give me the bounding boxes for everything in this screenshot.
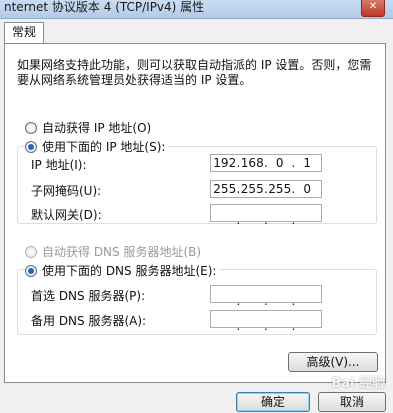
ok-button[interactable]: 确定: [236, 392, 310, 412]
watermark-text: Bai 经验: [331, 376, 385, 391]
tab-general[interactable]: 常规: [4, 22, 44, 43]
octet: 1: [292, 156, 322, 170]
auto-dns-label: 自动获得 DNS 服务器地址(B): [42, 245, 202, 259]
octet: 0: [264, 156, 294, 170]
window-titlebar: nternet 协议版本 4 (TCP/IPv4) 属性 ✕: [0, 0, 393, 19]
tab-strip: 常规: [0, 18, 393, 43]
description-text: 如果网络支持此功能，则可以获取自动指派的 IP 设置。否则，您需要从网络系统管理…: [17, 58, 372, 87]
manual-ip-label: 使用下面的 IP 地址(S):: [42, 140, 166, 154]
auto-ip-radio[interactable]: 自动获得 IP 地址(O): [25, 119, 151, 136]
manual-dns-label: 使用下面的 DNS 服务器地址(E):: [42, 264, 217, 278]
cancel-button[interactable]: 取消: [318, 392, 386, 412]
manual-ip-radio[interactable]: 使用下面的 IP 地址(S):: [25, 138, 169, 155]
radio-icon: [25, 121, 37, 134]
gateway-input[interactable]: [210, 204, 322, 227]
gateway-label: 默认网关(D):: [31, 208, 102, 222]
radio-icon: [25, 245, 37, 258]
general-panel: 如果网络支持此功能，则可以获取自动指派的 IP 设置。否则，您需要从网络系统管理…: [4, 43, 386, 383]
window-title: nternet 协议版本 4 (TCP/IPv4) 属性: [4, 0, 205, 14]
auto-ip-label: 自动获得 IP 地址(O): [42, 121, 152, 135]
ip-address-input[interactable]: 192 168 0 1: [210, 154, 322, 172]
alternate-dns-input[interactable]: [210, 310, 322, 333]
octet: 192: [213, 156, 237, 170]
preferred-dns-label: 首选 DNS 服务器(P):: [31, 289, 146, 303]
auto-dns-radio[interactable]: 自动获得 DNS 服务器地址(B): [25, 243, 201, 260]
octet: 255: [213, 182, 237, 196]
octet: 255: [237, 182, 267, 196]
manual-dns-radio[interactable]: 使用下面的 DNS 服务器地址(E):: [25, 262, 220, 279]
ip-address-label: IP 地址(I):: [31, 158, 87, 172]
subnet-mask-label: 子网掩码(U):: [31, 184, 102, 198]
close-icon: ✕: [368, 1, 378, 12]
octet: 168: [237, 156, 267, 170]
radio-selected-icon: [25, 140, 37, 153]
octet: 255: [264, 182, 294, 196]
alternate-dns-label: 备用 DNS 服务器(A):: [31, 314, 147, 328]
advanced-button[interactable]: 高级(V)...: [288, 352, 378, 372]
preferred-dns-input[interactable]: [210, 285, 322, 308]
octet: 0: [292, 182, 322, 196]
subnet-mask-input[interactable]: 255 255 255 0: [210, 180, 322, 198]
close-button[interactable]: ✕: [361, 0, 385, 17]
radio-selected-icon: [25, 264, 37, 277]
